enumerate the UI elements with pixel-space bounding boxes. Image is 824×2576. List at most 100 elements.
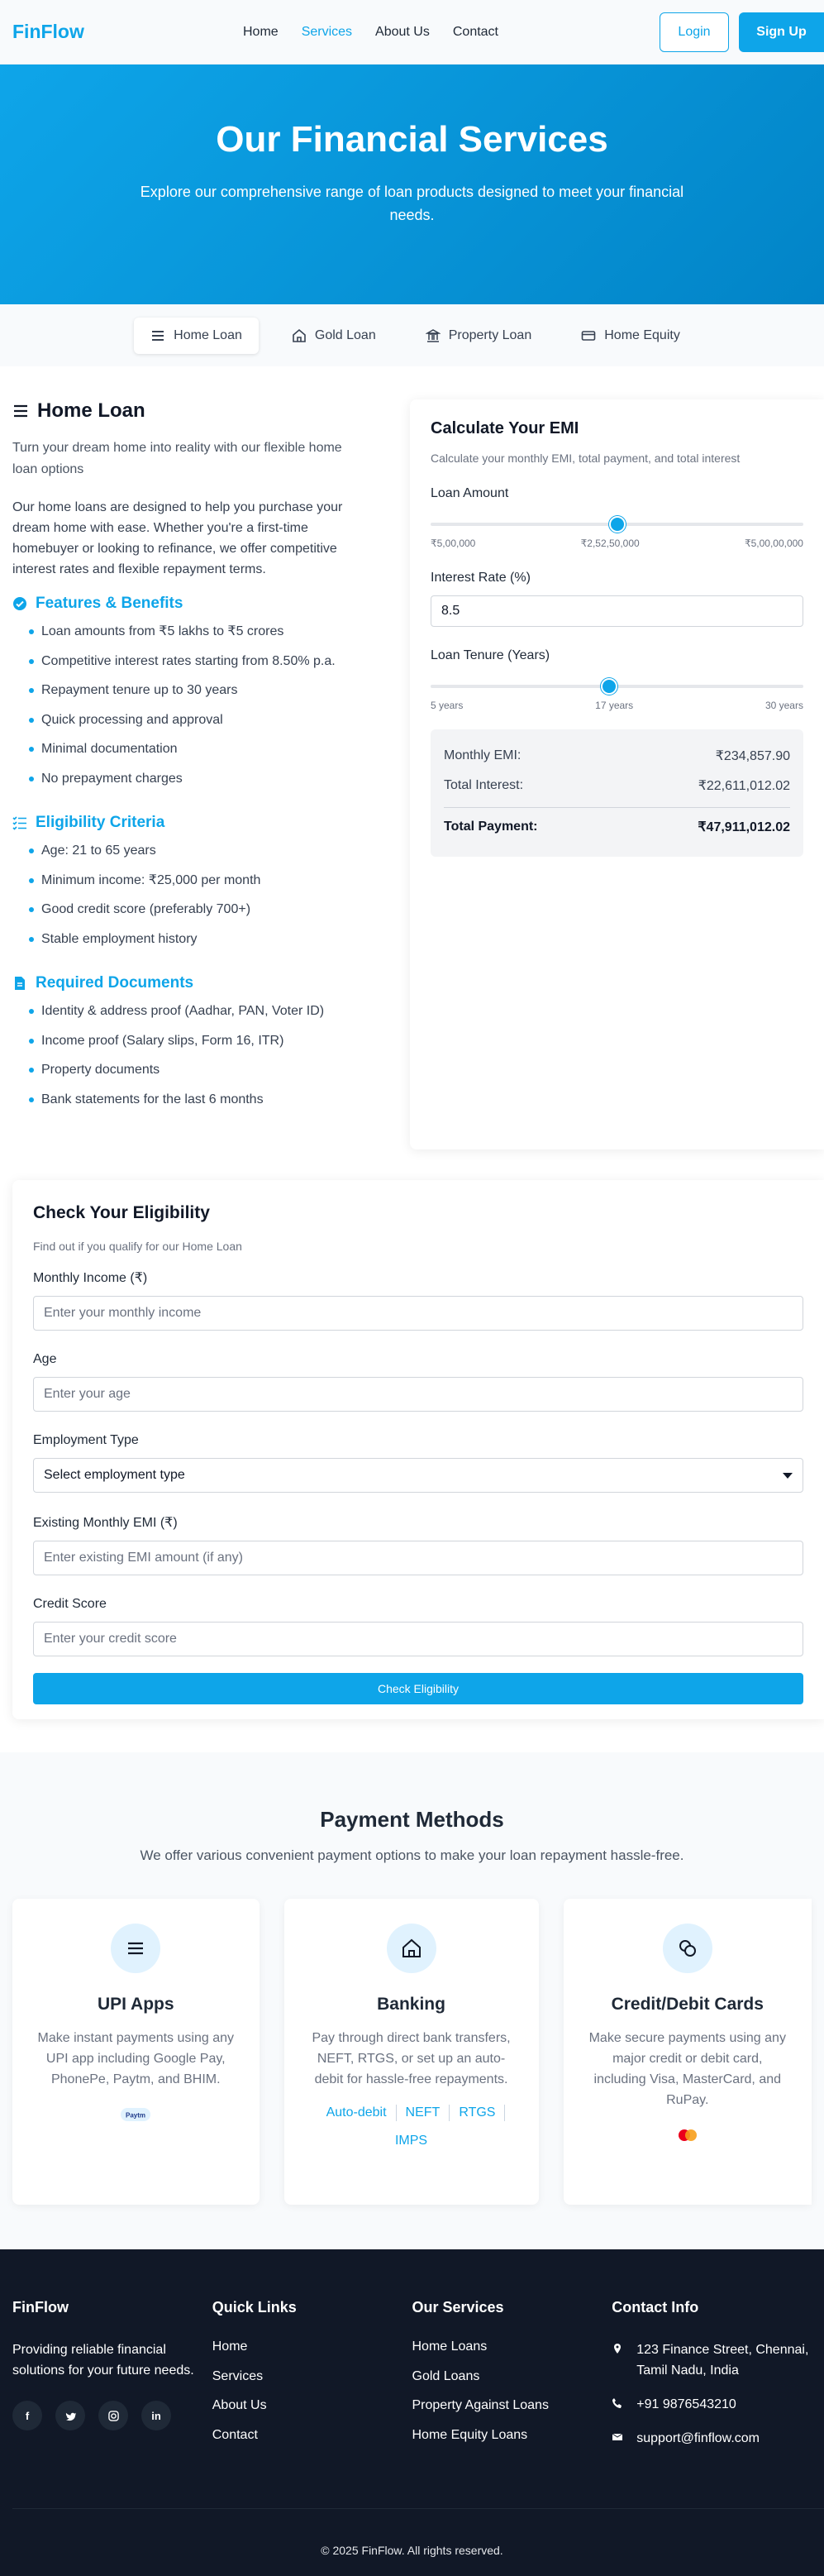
signup-button[interactable]: Sign Up	[739, 12, 824, 52]
loan-tenure-slider[interactable]	[431, 678, 803, 695]
list-item: Good credit score (preferably 700+)	[12, 901, 368, 930]
existing-emi-input[interactable]: Enter existing EMI amount (if any)	[33, 1541, 803, 1575]
bank-link-auto-debit[interactable]: Auto-debit	[317, 2105, 397, 2121]
list-item: No prepayment charges	[12, 770, 368, 800]
nav-link-home[interactable]: Home	[243, 25, 279, 40]
tab-label: Property Loan	[448, 327, 532, 342]
home-icon	[293, 328, 306, 342]
tab-label: Home Loan	[174, 327, 242, 342]
instagram-icon[interactable]	[98, 2401, 128, 2430]
credit-score-input[interactable]: Enter your credit score	[33, 1622, 803, 1656]
loan-tabs: Home Loan Gold Loan Property Loan Home E…	[0, 304, 824, 366]
loan-info: Home Loan Turn your dream home into real…	[12, 399, 368, 1120]
payment-methods-section: Payment Methods We offer various conveni…	[0, 1752, 824, 2249]
range-current: 17 years	[595, 700, 634, 711]
top-navbar: FinFlow Home Services About Us Contact L…	[0, 0, 824, 65]
footer-brand-col: FinFlow Providing reliable financial sol…	[12, 2299, 212, 2457]
loan-amount-range: ₹5,00,000 ₹2,52,50,000 ₹5,00,00,000	[431, 538, 803, 549]
payment-card-text: Make secure payments using any major cre…	[588, 2031, 786, 2107]
footer-service-property-loans[interactable]: Property Against Loans	[412, 2398, 612, 2428]
employment-type-label: Employment Type	[33, 1433, 139, 1447]
documents-heading-text: Required Documents	[36, 974, 194, 992]
address-text: 123 Finance Street, Chennai, Tamil Nadu,…	[636, 2343, 809, 2378]
tab-home-equity[interactable]: Home Equity	[564, 318, 697, 354]
login-button[interactable]: Login	[660, 12, 729, 52]
tab-label: Gold Loan	[314, 327, 376, 342]
list-item: Minimal documentation	[12, 740, 368, 770]
bank-link-imps[interactable]: IMPS	[386, 2133, 436, 2149]
footer-tagline: Providing reliable financial solutions f…	[12, 2343, 194, 2378]
list-item: Income proof (Salary slips, Form 16, ITR…	[12, 1032, 368, 1062]
eligibility-heading-text: Eligibility Criteria	[36, 814, 165, 831]
documents-heading: Required Documents	[12, 974, 368, 992]
credit-score-label: Credit Score	[33, 1597, 107, 1611]
footer-contact: Contact Info 123 Finance Street, Chennai…	[612, 2299, 812, 2457]
employment-type-select[interactable]: Select employment type	[33, 1458, 803, 1493]
payment-card-text: Make instant payments using any UPI app …	[37, 2031, 234, 2086]
total-interest-label: Total Interest:	[444, 778, 524, 792]
check-eligibility-button[interactable]: Check Eligibility	[33, 1673, 803, 1704]
social-links: f in	[12, 2401, 212, 2430]
age-input[interactable]: Enter your age	[33, 1377, 803, 1412]
range-min: ₹5,00,000	[431, 538, 476, 549]
linkedin-icon[interactable]: in	[141, 2401, 171, 2430]
hero-title: Our Financial Services	[216, 119, 608, 160]
payment-card-title: UPI Apps	[97, 1995, 174, 2014]
footer-services: Our Services Home Loans Gold Loans Prope…	[412, 2299, 612, 2457]
slider-thumb[interactable]	[608, 516, 626, 533]
email-text[interactable]: support@finflow.com	[636, 2428, 760, 2449]
list-item: Loan amounts from ₹5 lakhs to ₹5 crores	[12, 623, 368, 652]
eligibility-form: Check Your Eligibility Find out if you q…	[12, 1180, 824, 1719]
eligibility-hint: Find out if you qualify for our Home Loa…	[33, 1240, 242, 1253]
nav-link-services[interactable]: Services	[302, 25, 352, 40]
footer-quick-links: Quick Links Home Services About Us Conta…	[212, 2299, 412, 2457]
emi-title: Calculate Your EMI	[431, 419, 579, 437]
list-item: Competitive interest rates starting from…	[12, 652, 368, 682]
eligibility-heading: Eligibility Criteria	[12, 814, 368, 832]
phone-text[interactable]: +91 9876543210	[636, 2394, 736, 2415]
interest-rate-input[interactable]: 8.5	[431, 595, 803, 627]
twitter-icon[interactable]	[55, 2401, 85, 2430]
total-payment-value: ₹47,911,012.02	[698, 820, 790, 834]
footer-service-equity-loans[interactable]: Home Equity Loans	[412, 2428, 612, 2458]
footer-link-contact[interactable]: Contact	[212, 2428, 412, 2458]
footer-service-gold-loans[interactable]: Gold Loans	[412, 2369, 612, 2399]
emi-hint: Calculate your monthly EMI, total paymen…	[431, 452, 741, 465]
footer-link-home[interactable]: Home	[212, 2339, 412, 2369]
footer-service-home-loans[interactable]: Home Loans	[412, 2339, 612, 2369]
total-payment-row: Total Payment: ₹47,911,012.02	[444, 807, 790, 845]
list-item: Minimum income: ₹25,000 per month	[12, 872, 368, 901]
footer-link-about[interactable]: About Us	[212, 2398, 412, 2428]
footer-columns: FinFlow Providing reliable financial sol…	[12, 2299, 812, 2457]
loan-amount-slider[interactable]	[431, 516, 803, 533]
paytm-logo: Paytm	[121, 2106, 151, 2123]
list-item: Age: 21 to 65 years	[12, 842, 368, 872]
monthly-income-input[interactable]: Enter your monthly income	[33, 1296, 803, 1331]
contact-address: 123 Finance Street, Chennai, Tamil Nadu,…	[612, 2339, 812, 2381]
hero-banner: Our Financial Services Explore our compr…	[0, 65, 824, 304]
monthly-emi-label: Monthly EMI:	[444, 748, 522, 762]
bank-link-rtgs[interactable]: RTGS	[450, 2105, 506, 2121]
features-heading: Features & Benefits	[12, 595, 368, 613]
brand-logo[interactable]: FinFlow	[12, 21, 84, 43]
tab-property-loan[interactable]: Property Loan	[409, 318, 549, 354]
chevron-down-icon	[783, 1472, 793, 1479]
eligibility-title: Check Your Eligibility	[33, 1203, 210, 1222]
tab-gold-loan[interactable]: Gold Loan	[275, 318, 393, 354]
location-pin-icon	[614, 2344, 622, 2354]
nav-link-about[interactable]: About Us	[375, 25, 430, 40]
bank-link-neft[interactable]: NEFT	[397, 2105, 450, 2121]
hero-subtitle: Explore our comprehensive range of loan …	[140, 184, 684, 223]
features-list: Loan amounts from ₹5 lakhs to ₹5 crores …	[12, 623, 368, 799]
auth-buttons: Login Sign Up	[660, 12, 824, 52]
phone-icon	[612, 2398, 622, 2408]
payment-title: Payment Methods	[320, 1807, 504, 1832]
tab-home-loan[interactable]: Home Loan	[134, 317, 259, 354]
slider-thumb[interactable]	[601, 678, 618, 695]
facebook-icon[interactable]: f	[12, 2401, 42, 2430]
list-item: Bank statements for the last 6 months	[12, 1091, 368, 1121]
footer-link-services[interactable]: Services	[212, 2369, 412, 2399]
list-check-icon	[12, 816, 26, 830]
list-item: Stable employment history	[12, 930, 368, 960]
nav-link-contact[interactable]: Contact	[453, 25, 498, 40]
